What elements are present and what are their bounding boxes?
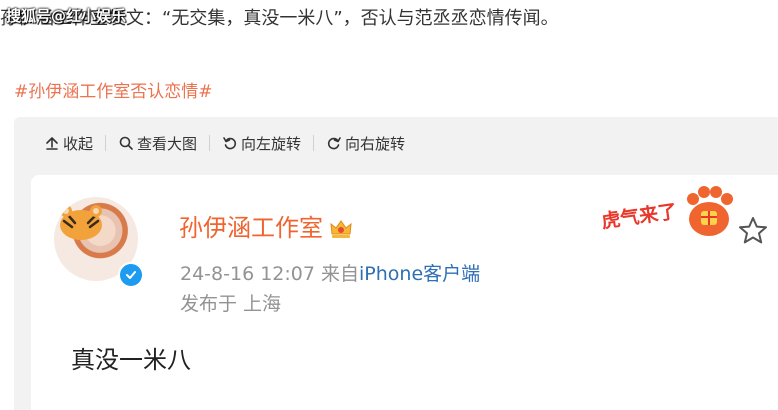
source-prefix: 来自 [321,263,360,285]
watermark: 搜狐号@红小娱乐 [6,7,127,25]
weibo-post-card: 孙伊涵工作室 24-8-16 12:07 来自iPhone客户端 发布于 上海 … [31,175,778,410]
post-location: 发布于 上海 [180,293,282,315]
crown-icon [330,220,352,238]
tiger-hat-icon [60,205,102,240]
collapse-button[interactable]: 收起 [14,133,105,153]
collapse-label: 收起 [63,134,94,153]
post-timestamp[interactable]: 24-8-16 12:07 [180,263,315,285]
collapse-up-icon [46,137,58,150]
username-text[interactable]: 孙伊涵工作室 [179,214,323,242]
rotate-left-icon [223,137,237,150]
rotate-left-label: 向左旋转 [241,134,302,153]
search-icon [119,136,133,150]
rotate-left-button[interactable]: 向左旋转 [210,133,313,153]
view-large-button[interactable]: 查看大图 [106,133,209,153]
tiger-paw-sticker-icon: 虎气来了 [600,186,733,236]
post-username[interactable]: 孙伊涵工作室 [179,212,353,244]
sticker-text: 虎气来了 [600,200,678,233]
post-source[interactable]: iPhone客户端 [359,263,480,285]
post-meta: 24-8-16 12:07 来自iPhone客户端 [180,261,480,287]
hashtag-link[interactable]: #孙伊涵工作室否认恋情# [14,80,213,104]
rotate-right-icon [327,137,341,150]
verified-badge-icon [118,262,144,288]
view-large-label: 查看大图 [137,134,198,153]
rotate-right-button[interactable]: 向右旋转 [314,133,417,153]
rotate-right-label: 向右旋转 [345,134,406,153]
viewer-toolbar: 收起 查看大图 向左旋转 向右旋转 [14,117,778,169]
image-viewer: 收起 查看大图 向左旋转 向右旋转 孙伊涵工作室 24-8-16 12:07 来… [14,117,778,410]
favorite-star-icon[interactable] [737,215,769,247]
post-content: 真没一米八 [71,346,191,374]
